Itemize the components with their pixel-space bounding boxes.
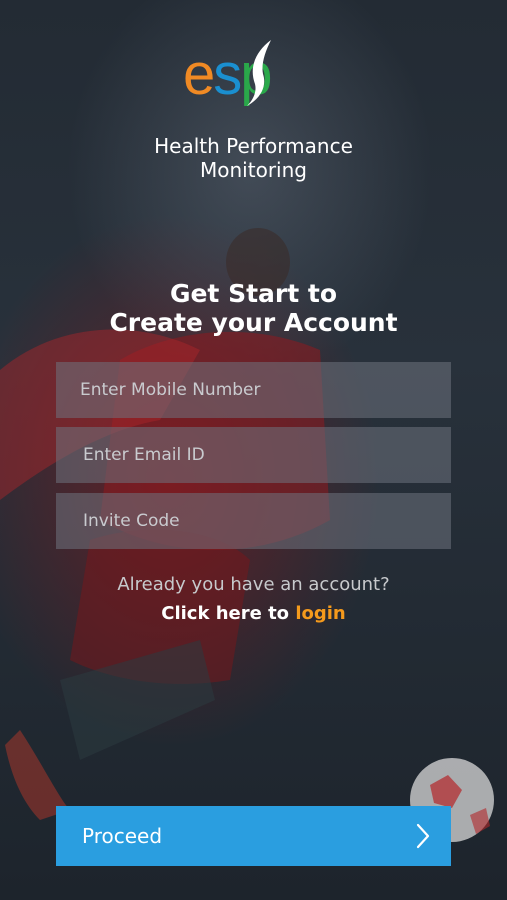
tagline-line-2: Monitoring bbox=[200, 158, 307, 182]
tagline-line-1: Health Performance bbox=[154, 134, 353, 158]
esp-logo: esp bbox=[183, 40, 323, 120]
login-prompt: Click here to login bbox=[0, 602, 507, 626]
email-input[interactable] bbox=[56, 427, 451, 483]
heading-line-1: Get Start to bbox=[169, 279, 338, 308]
proceed-button[interactable]: Proceed bbox=[56, 806, 451, 866]
login-link[interactable]: login bbox=[295, 603, 345, 624]
mobile-number-input[interactable] bbox=[56, 362, 451, 418]
logo-letter-s: s bbox=[213, 42, 242, 107]
logo-letter-e: e bbox=[183, 42, 215, 107]
proceed-label: Proceed bbox=[82, 824, 163, 848]
invite-code-input[interactable] bbox=[56, 493, 451, 549]
heading-line-2: Create your Account bbox=[109, 308, 398, 337]
login-prompt-prefix: Click here to bbox=[161, 603, 296, 624]
leaf-icon bbox=[247, 40, 271, 106]
chevron-right-icon bbox=[416, 823, 430, 849]
already-have-account-text: Already you have an account? bbox=[117, 574, 390, 595]
